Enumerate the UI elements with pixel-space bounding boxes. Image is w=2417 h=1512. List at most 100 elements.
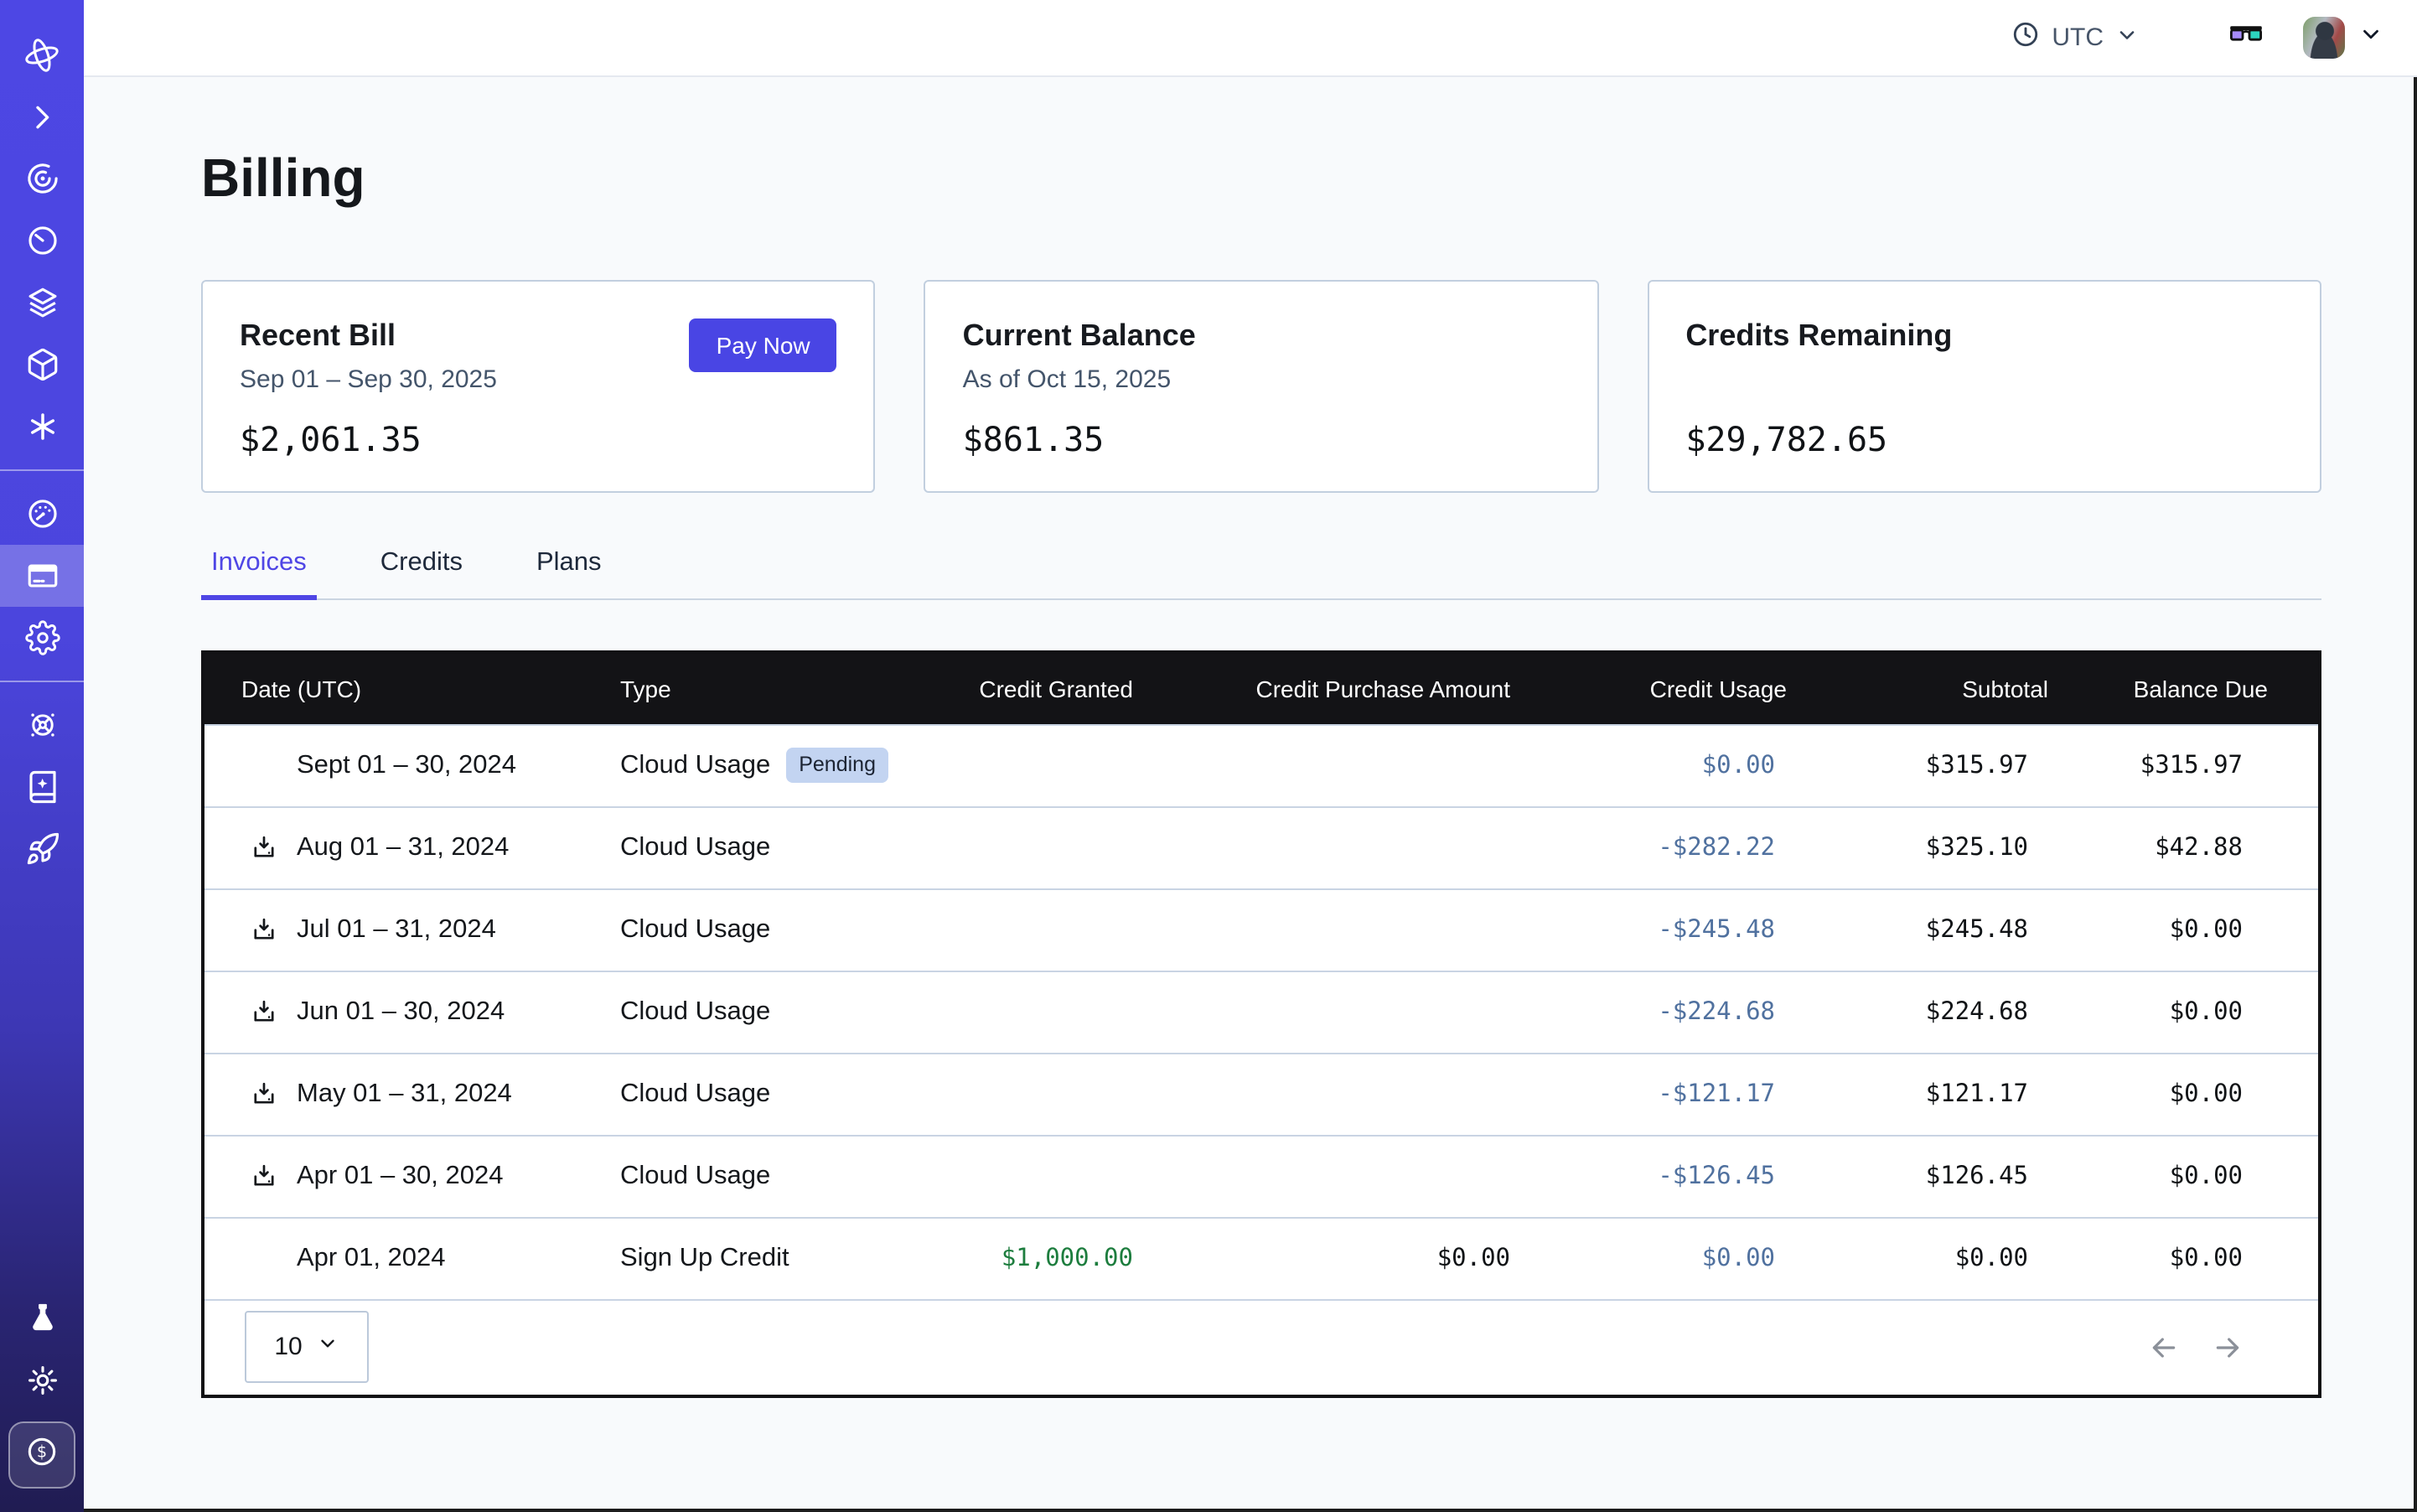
invoice-date: Apr 01 – 30, 2024 — [204, 1162, 620, 1192]
tab-credits[interactable]: Credits — [370, 548, 473, 600]
page-title: Billing — [201, 148, 2321, 210]
sidebar-divider — [0, 681, 84, 682]
chevron-down-icon — [2358, 21, 2383, 54]
card-title: Current Balance — [963, 318, 1560, 354]
column-header-balance-due: Balance Due — [2048, 676, 2318, 702]
invoice-type-label: Cloud Usage — [620, 1162, 770, 1192]
invoice-date-label: Jul 01 – 31, 2024 — [297, 915, 496, 944]
sidebar-item-observability[interactable] — [0, 148, 84, 210]
balance-due-value: $0.00 — [2048, 1163, 2318, 1190]
summary-cards: Recent Bill Sep 01 – Sep 30, 2025 $2,061… — [201, 280, 2321, 493]
credit-usage-value: -$126.45 — [1510, 1163, 1787, 1190]
chevron-down-icon — [318, 1333, 339, 1362]
download-invoice-button[interactable] — [250, 916, 278, 945]
sidebar-item-layers[interactable] — [0, 272, 84, 334]
billing-tabs: Invoices Credits Plans — [201, 548, 2321, 600]
credit-usage-value: -$245.48 — [1510, 917, 1787, 944]
subtotal-value: $224.68 — [1787, 999, 2048, 1026]
table-footer: 10 — [204, 1299, 2318, 1395]
asterisk-icon — [24, 409, 60, 444]
sidebar-item-labs[interactable] — [0, 1287, 84, 1349]
avatar[interactable] — [2303, 17, 2345, 59]
sidebar-item-usage[interactable] — [0, 483, 84, 545]
credit-usage-value: $0.00 — [1510, 1245, 1787, 1272]
table-row: Jul 01 – 31, 2024 Cloud Usage -$245.48 $… — [204, 888, 2318, 971]
sidebar-item-settings[interactable] — [0, 607, 84, 669]
invoice-type-label: Cloud Usage — [620, 1080, 770, 1110]
card-subtitle — [1685, 365, 2283, 396]
chevron-right-icon — [25, 100, 59, 133]
tab-invoices[interactable]: Invoices — [201, 548, 317, 600]
credit-usage-value: -$121.17 — [1510, 1081, 1787, 1108]
sidebar-item-theme[interactable] — [0, 1349, 84, 1411]
invoice-date-label: Aug 01 – 31, 2024 — [297, 833, 509, 862]
balance-due-value: $0.00 — [2048, 917, 2318, 944]
timer-icon — [24, 223, 60, 258]
timezone-label: UTC — [2052, 23, 2104, 52]
card-amount: $29,782.65 — [1685, 419, 2283, 459]
sidebar-logo[interactable] — [0, 23, 84, 85]
status-badge: Pending — [785, 748, 889, 784]
previous-page-button[interactable] — [2147, 1331, 2181, 1364]
column-header-credit-granted: Credit Granted — [932, 676, 1133, 702]
download-invoice-button[interactable] — [250, 834, 278, 862]
3d-glasses-icon — [2226, 13, 2266, 62]
flask-icon — [24, 1301, 60, 1336]
column-header-type: Type — [620, 676, 932, 702]
invoice-type: Sign Up Credit — [620, 1244, 932, 1274]
card-subtitle: As of Oct 15, 2025 — [963, 365, 1560, 396]
invoice-type-label: Cloud Usage — [620, 751, 770, 781]
sidebar-item-services[interactable] — [0, 396, 84, 458]
credits-remaining-card: Credits Remaining $29,782.65 — [1647, 280, 2321, 493]
sidebar-item-billing[interactable] — [0, 545, 84, 607]
helm-wheel-icon — [24, 707, 60, 743]
invoice-date-label: Apr 01 – 30, 2024 — [297, 1162, 504, 1190]
account-menu-button[interactable] — [2358, 21, 2383, 54]
invoice-date: May 01 – 31, 2024 — [204, 1080, 620, 1110]
download-invoice-button[interactable] — [250, 1162, 278, 1191]
column-header-credit-usage: Credit Usage — [1510, 676, 1787, 702]
subtotal-value: $0.00 — [1787, 1245, 2048, 1272]
credit-usage-value: $0.00 — [1510, 753, 1787, 779]
balance-due-value: $315.97 — [2048, 753, 2318, 779]
column-header-credit-purchase: Credit Purchase Amount — [1133, 676, 1510, 702]
clock-icon — [2011, 20, 2040, 55]
3d-glasses-button[interactable] — [2226, 13, 2266, 62]
main-content: Billing Recent Bill Sep 01 – Sep 30, 202… — [84, 77, 2417, 1512]
subtotal-value: $245.48 — [1787, 917, 2048, 944]
sidebar-credits-button[interactable]: $ — [8, 1421, 75, 1489]
sidebar-item-getting-started[interactable] — [0, 818, 84, 880]
invoice-date-label: May 01 – 31, 2024 — [297, 1080, 512, 1108]
next-page-button[interactable] — [2211, 1331, 2244, 1364]
timezone-selector[interactable]: UTC — [2011, 20, 2139, 55]
sidebar-item-packages[interactable] — [0, 334, 84, 396]
tab-plans[interactable]: Plans — [526, 548, 612, 600]
table-row: Apr 01 – 30, 2024 Cloud Usage -$126.45 $… — [204, 1135, 2318, 1217]
invoices-table: Date (UTC) Type Credit Granted Credit Pu… — [201, 650, 2321, 1398]
sidebar-item-expand[interactable] — [0, 85, 84, 148]
page-size-select[interactable]: 10 — [245, 1312, 369, 1384]
sidebar-item-fleet[interactable] — [0, 694, 84, 756]
table-row: Aug 01 – 31, 2024 Cloud Usage -$282.22 $… — [204, 806, 2318, 888]
pagination-arrows — [2147, 1331, 2244, 1364]
app-window: $ UTC — [0, 0, 2417, 1512]
recent-bill-card: Recent Bill Sep 01 – Sep 30, 2025 $2,061… — [201, 280, 876, 493]
sidebar-item-docs[interactable] — [0, 756, 84, 818]
topbar: UTC — [84, 0, 2417, 77]
spiral-eye-icon — [24, 161, 60, 196]
chevron-down-icon — [2115, 23, 2139, 53]
subtotal-value: $315.97 — [1787, 753, 2048, 779]
subtotal-value: $126.45 — [1787, 1163, 2048, 1190]
gear-icon — [24, 620, 60, 655]
svg-text:$: $ — [37, 1442, 47, 1461]
sidebar-item-history[interactable] — [0, 210, 84, 272]
download-invoice-button[interactable] — [250, 1080, 278, 1109]
column-header-date: Date (UTC) — [204, 676, 620, 702]
table-header: Date (UTC) Type Credit Granted Credit Pu… — [204, 654, 2318, 724]
invoice-date: Apr 01, 2024 — [204, 1244, 620, 1274]
sidebar-divider — [0, 469, 84, 471]
invoice-type-label: Cloud Usage — [620, 833, 770, 863]
pay-now-button[interactable]: Pay Now — [690, 318, 837, 372]
sun-icon — [24, 1363, 60, 1398]
download-invoice-button[interactable] — [250, 998, 278, 1027]
